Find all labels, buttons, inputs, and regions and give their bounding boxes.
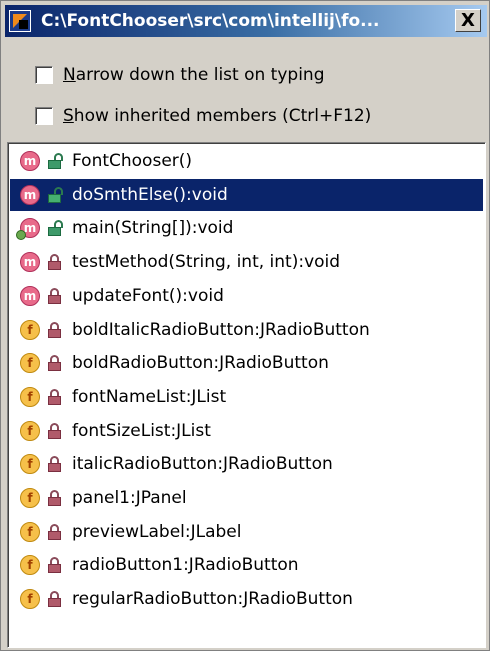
member-row[interactable]: f previewLabel:JLabel <box>10 516 483 548</box>
title-bar[interactable]: C:\FontChooser\src\com\intellij\fo... X <box>5 5 487 37</box>
window-title: C:\FontChooser\src\com\intellij\fo... <box>41 11 380 31</box>
method-icon: m <box>20 252 40 273</box>
member-label: regularRadioButton:JRadioButton <box>72 589 353 610</box>
field-icon: f <box>20 488 40 508</box>
private-lock-icon <box>48 254 62 271</box>
narrow-down-label: Narrow down the list on typing <box>63 65 325 85</box>
member-label: fontSizeList:JList <box>72 420 211 441</box>
field-icon: f <box>20 420 40 441</box>
private-lock-icon <box>48 355 62 372</box>
member-row[interactable]: f boldItalicRadioButton:JRadioButton <box>10 314 483 346</box>
override-icon <box>16 230 26 241</box>
member-label: italicRadioButton:JRadioButton <box>72 454 333 475</box>
member-row[interactable]: f panel1:JPanel <box>10 482 483 514</box>
method-icon: m <box>20 184 40 205</box>
private-lock-icon <box>48 523 62 540</box>
member-label: fontNameList:JList <box>72 386 227 407</box>
member-row[interactable]: m updateFont():void <box>10 280 483 312</box>
public-lock-icon <box>48 153 63 169</box>
private-lock-icon <box>48 557 62 574</box>
private-lock-icon <box>48 456 62 473</box>
method-icon: m <box>20 151 40 171</box>
private-lock-icon <box>48 422 62 439</box>
private-lock-icon <box>48 591 62 608</box>
member-label: testMethod(String, int, int):void <box>72 252 341 273</box>
field-icon: f <box>20 521 40 542</box>
private-lock-icon <box>48 287 62 304</box>
member-row[interactable]: m testMethod(String, int, int):void <box>10 246 483 278</box>
field-icon: f <box>20 353 40 374</box>
member-label: radioButton1:JRadioButton <box>72 555 299 576</box>
member-list[interactable]: m FontChooser() m doSmthElse():void m main(St… <box>7 142 486 648</box>
field-icon: f <box>20 589 40 610</box>
member-row[interactable]: f fontSizeList:JList <box>10 415 483 447</box>
member-label: boldItalicRadioButton:JRadioButton <box>72 319 370 340</box>
member-label: FontChooser() <box>72 151 193 171</box>
member-label: boldRadioButton:JRadioButton <box>72 353 329 374</box>
file-structure-popup: C:\FontChooser\src\com\intellij\fo... X … <box>0 0 490 651</box>
member-row[interactable]: f fontNameList:JList <box>10 381 483 413</box>
narrow-down-option[interactable]: Narrow down the list on typing <box>35 62 325 88</box>
show-inherited-label: Show inherited members (Ctrl+F12) <box>63 106 372 126</box>
intellij-app-icon <box>9 10 31 32</box>
member-row[interactable]: f radioButton1:JRadioButton <box>10 549 483 581</box>
member-row[interactable]: m doSmthElse():void <box>10 178 483 211</box>
member-row[interactable]: f italicRadioButton:JRadioButton <box>10 448 483 480</box>
member-label: doSmthElse():void <box>72 184 228 205</box>
close-button[interactable]: X <box>455 9 481 32</box>
public-lock-icon <box>48 220 63 237</box>
private-lock-icon <box>48 388 62 405</box>
field-icon: f <box>20 454 40 475</box>
member-row[interactable]: m FontChooser() <box>10 145 483 177</box>
member-label: main(String[]):void <box>72 218 234 239</box>
member-row[interactable]: f boldRadioButton:JRadioButton <box>10 347 483 379</box>
member-row[interactable]: m main(String[]):void <box>10 212 483 244</box>
member-label: previewLabel:JLabel <box>72 521 242 542</box>
private-lock-icon <box>48 321 62 338</box>
member-label: updateFont():void <box>72 285 224 306</box>
private-lock-icon <box>48 490 62 506</box>
show-inherited-checkbox[interactable] <box>35 107 53 125</box>
field-icon: f <box>20 386 40 407</box>
public-lock-icon <box>48 186 63 203</box>
member-row[interactable]: f regularRadioButton:JRadioButton <box>10 583 483 615</box>
show-inherited-option[interactable]: Show inherited members (Ctrl+F12) <box>35 103 371 129</box>
field-icon: f <box>20 319 40 340</box>
member-label: panel1:JPanel <box>72 488 187 508</box>
field-icon: f <box>20 555 40 576</box>
narrow-down-checkbox[interactable] <box>35 66 53 84</box>
method-icon: m <box>20 285 40 306</box>
